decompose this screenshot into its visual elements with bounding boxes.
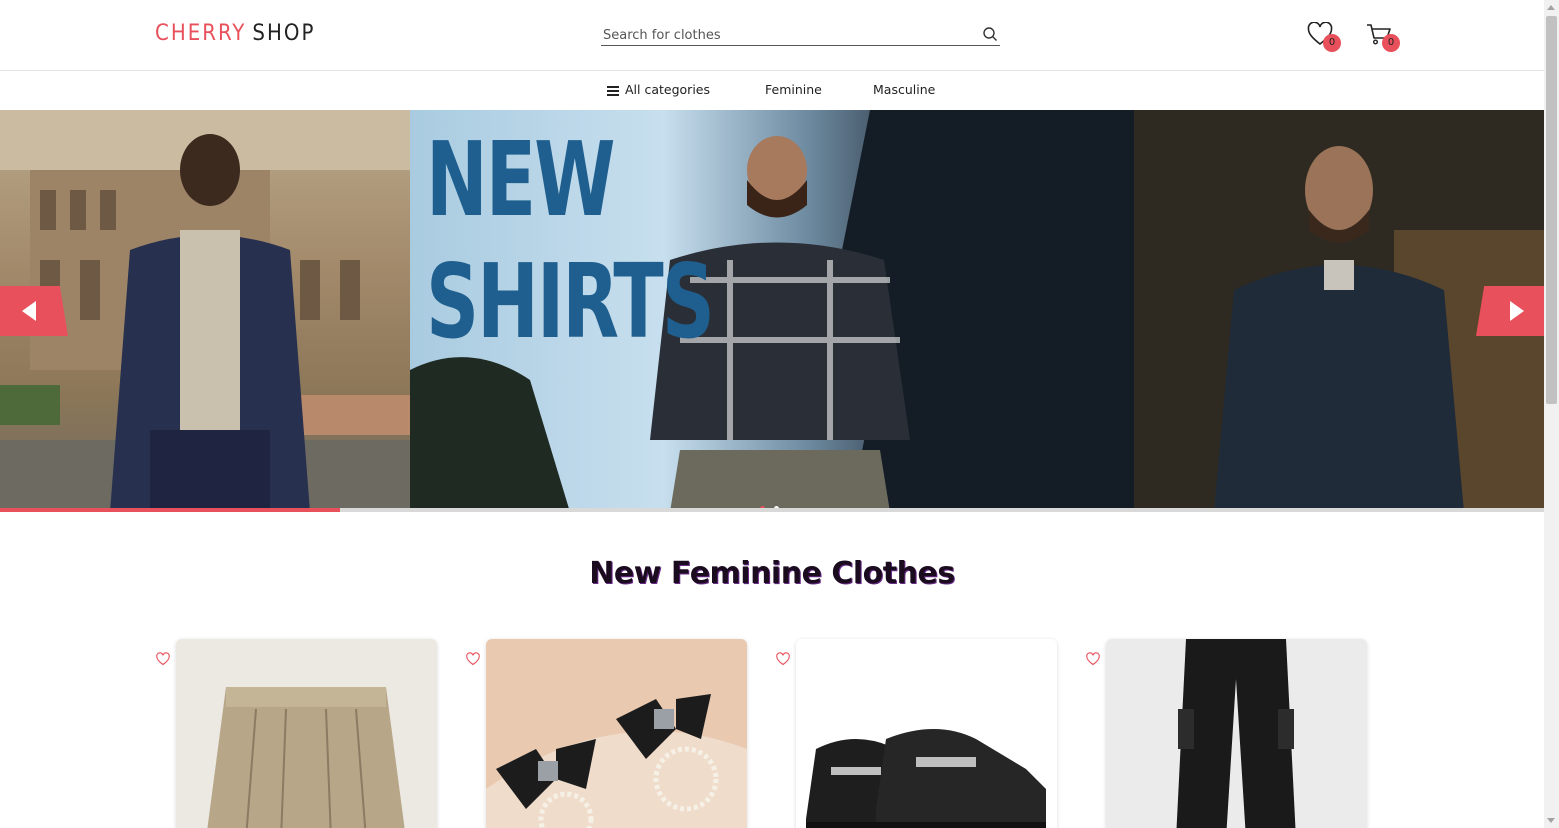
search-bar bbox=[601, 24, 1000, 46]
cart-count-badge: 0 bbox=[1382, 34, 1400, 52]
heart-icon[interactable] bbox=[776, 652, 790, 666]
product-card-3[interactable] bbox=[796, 639, 1057, 828]
nav-feminine[interactable]: Feminine bbox=[765, 82, 822, 97]
scrollbar-thumb[interactable] bbox=[1546, 16, 1557, 404]
carousel-progress-bar bbox=[0, 508, 1544, 512]
logo-text-shop: SHOP bbox=[252, 21, 316, 46]
product-image-cargo-pants bbox=[1176, 639, 1296, 828]
hero-title-line1: NEW bbox=[426, 121, 616, 240]
section-title: New Feminine Clothes bbox=[589, 556, 955, 591]
nav-all-categories-label: All categories bbox=[625, 82, 710, 97]
nav-all-categories[interactable]: All categories bbox=[607, 82, 710, 98]
product-image-chain-loafers bbox=[806, 729, 1046, 828]
heart-icon[interactable] bbox=[1086, 652, 1100, 666]
site-header: CHERRYSHOP 0 0 bbox=[0, 0, 1544, 71]
carousel-next-button[interactable] bbox=[1476, 286, 1544, 336]
product-card-1[interactable] bbox=[176, 639, 437, 828]
site-logo[interactable]: CHERRY SHOP bbox=[155, 21, 315, 46]
search-icon[interactable] bbox=[982, 26, 998, 42]
wishlist-count-badge: 0 bbox=[1323, 34, 1341, 52]
search-input[interactable] bbox=[601, 25, 971, 46]
carousel-prev-button[interactable] bbox=[0, 286, 68, 336]
chevron-right-icon bbox=[1510, 301, 1524, 321]
page-scrollbar[interactable] bbox=[1544, 0, 1559, 828]
cart-button[interactable]: 0 bbox=[1366, 22, 1400, 52]
product-image-pleated-skirt bbox=[207, 687, 405, 828]
category-nav: All categories Feminine Masculine bbox=[0, 71, 1544, 110]
hero-carousel: NEW SHIRTS bbox=[0, 110, 1544, 512]
hamburger-menu-icon bbox=[607, 84, 619, 98]
wishlist-button[interactable]: 0 bbox=[1307, 21, 1341, 52]
heart-icon[interactable] bbox=[156, 652, 170, 666]
scroll-up-arrow-icon[interactable] bbox=[1547, 5, 1555, 10]
nav-masculine[interactable]: Masculine bbox=[873, 82, 935, 97]
heart-icon[interactable] bbox=[466, 652, 480, 666]
carousel-progress-fill bbox=[0, 508, 340, 512]
scroll-down-arrow-icon[interactable] bbox=[1547, 818, 1555, 823]
product-card-2[interactable] bbox=[486, 639, 747, 828]
product-image-bow-earrings bbox=[486, 694, 747, 828]
product-card-4[interactable] bbox=[1106, 639, 1367, 828]
chevron-left-icon bbox=[22, 301, 36, 321]
logo-text-cherry: CHERRY bbox=[155, 21, 247, 46]
hero-title-line2: SHIRTS bbox=[426, 243, 715, 362]
